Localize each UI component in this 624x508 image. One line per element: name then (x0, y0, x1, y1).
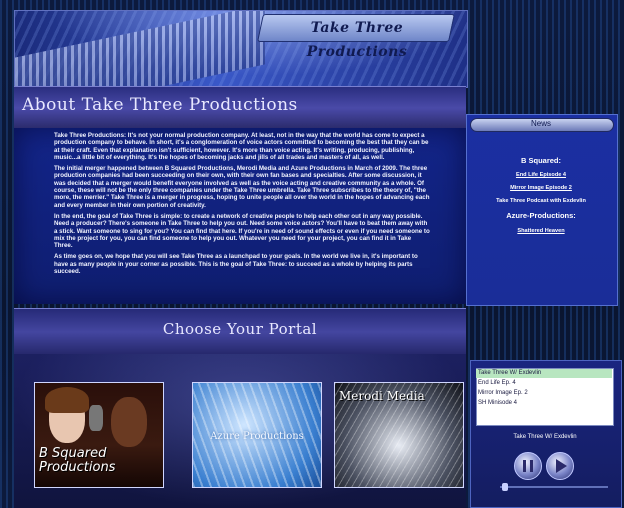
about-title: About Take Three Productions (22, 95, 298, 115)
news-link-shattered-heaven[interactable]: Shattered Heaven (470, 228, 612, 234)
site-logo[interactable]: Take Three Productions (262, 16, 452, 60)
news-panel (466, 114, 618, 306)
now-playing-label: Take Three W/ Exdevlin (513, 434, 577, 440)
playlist-item[interactable]: SH Minisode 4 (476, 399, 612, 408)
seek-bar[interactable] (500, 486, 608, 488)
portal-bsquared[interactable]: B Squared Productions (34, 382, 164, 488)
play-icon (556, 459, 567, 473)
portal-title: Choose Your Portal (162, 320, 318, 338)
portal-azure[interactable]: Azure Productions (192, 382, 322, 488)
about-paragraph-2: The initial merger happened between B Sq… (54, 165, 430, 209)
bsquared-logo-text: B Squared Productions (39, 446, 116, 475)
mixer-graphic (15, 11, 265, 87)
playlist-item[interactable]: Take Three W/ Exdevlin (476, 369, 612, 378)
merodi-logo-text: Merodi Media (339, 389, 425, 403)
about-paragraph-4: As time goes on, we hope that you will s… (54, 253, 418, 276)
character-right-face (111, 397, 147, 447)
microphone-icon (89, 405, 103, 431)
playlist-item[interactable]: Mirror Image Ep. 2 (476, 389, 612, 398)
news-section-azure: Azure-Productions: (506, 211, 576, 220)
portal-merodi[interactable]: Merodi Media (334, 382, 464, 488)
news-item-podcast: Take Three Podcast with Exdevlin (496, 198, 586, 204)
pause-icon (523, 460, 526, 472)
playlist-item[interactable]: End Life Ep. 4 (476, 379, 612, 388)
news-link-mirror-image[interactable]: Mirror Image Episode 2 (470, 185, 612, 191)
play-button[interactable] (546, 452, 574, 480)
azure-logo-text: Azure Productions (210, 431, 304, 442)
news-title: News (530, 119, 551, 128)
seek-handle[interactable] (502, 483, 508, 491)
pause-button[interactable] (514, 452, 542, 480)
about-paragraph-3: In the end, the goal of Take Three is si… (54, 212, 430, 250)
pause-icon-bar (530, 460, 533, 472)
character-left-hair (45, 387, 89, 413)
about-paragraph-1: Take Three Productions: It's not your no… (54, 132, 429, 161)
about-text: Take Three Productions: It's not your no… (54, 132, 430, 279)
news-section-bsquared: B Squared: (520, 156, 561, 165)
news-link-end-life[interactable]: End Life Episode 4 (470, 172, 612, 178)
